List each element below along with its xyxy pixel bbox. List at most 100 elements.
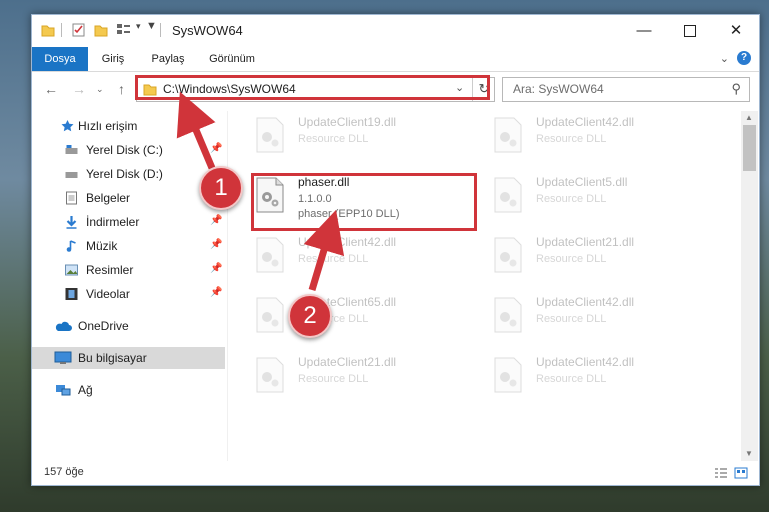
vertical-scrollbar[interactable]: ▲ ▼ — [741, 111, 758, 461]
properties-icon[interactable] — [72, 22, 86, 38]
dll-file-icon — [494, 357, 522, 393]
separator — [160, 23, 161, 37]
sidebar-item-label: Bu bilgisayar — [78, 351, 147, 365]
drive-icon — [65, 145, 78, 154]
file-highlight — [251, 173, 477, 231]
sidebar-item-drive-d[interactable]: Yerel Disk (D:) — [32, 163, 225, 185]
sidebar-item-documents[interactable]: Belgeler — [32, 187, 225, 209]
sidebar-item-label: Yerel Disk (D:) — [86, 167, 163, 181]
video-film-icon — [65, 288, 78, 300]
ribbon-tabs: Dosya Giriş Paylaş Görünüm ⌄ ? — [32, 47, 759, 72]
sidebar-item-videos[interactable]: Videolar 📌 — [32, 283, 225, 305]
pin-icon[interactable]: 📌 — [210, 215, 222, 226]
scrollbar-thumb[interactable] — [743, 125, 756, 171]
network-icon — [56, 385, 71, 396]
sidebar-item-network[interactable]: Ağ — [32, 379, 225, 401]
file-item[interactable]: UpdateClient65.dll Resource DLL — [247, 291, 467, 343]
sidebar-item-music[interactable]: Müzik 📌 — [32, 235, 225, 257]
file-item[interactable]: UpdateClient19.dll Resource DLL — [247, 111, 467, 163]
navigation-bar: ← → ⌄ ↑ C:\Windows\SysWOW64 ⌄ ↻ Ara: Sys… — [32, 72, 759, 106]
file-name: UpdateClient42.dll — [298, 235, 397, 249]
file-name: UpdateClient21.dll — [298, 355, 397, 369]
dll-file-icon — [256, 357, 284, 393]
sidebar-item-pictures[interactable]: Resimler 📌 — [32, 259, 225, 281]
file-item[interactable]: UpdateClient42.dll Resource DLL — [485, 111, 705, 163]
new-folder-icon[interactable] — [94, 22, 108, 38]
tab-home[interactable]: Giriş — [88, 47, 138, 71]
help-icon[interactable]: ? — [737, 51, 751, 65]
dll-file-icon — [494, 177, 522, 213]
tab-view[interactable]: Görünüm — [198, 47, 266, 71]
scroll-down-icon[interactable]: ▼ — [745, 449, 753, 458]
minimize-button[interactable]: — — [621, 15, 667, 46]
quick-access-dropdown-icon[interactable]: ▾ — [136, 21, 141, 37]
search-input[interactable]: Ara: SysWOW64 — [513, 82, 604, 96]
drive-icon — [65, 172, 78, 178]
details-view-icon[interactable] — [714, 467, 728, 479]
dll-file-icon — [256, 297, 284, 333]
sidebar-item-label: Ağ — [78, 383, 93, 397]
dll-file-icon — [256, 117, 284, 153]
close-button[interactable]: ✕ — [713, 15, 759, 46]
sidebar-item-drive-c[interactable]: Yerel Disk (C:) 📌 — [32, 139, 225, 161]
pin-icon[interactable]: 📌 — [210, 287, 222, 298]
file-type: Resource DLL — [536, 253, 607, 265]
file-item[interactable]: UpdateClient21.dll Resource DLL — [247, 351, 467, 403]
sidebar-item-label: Hızlı erişim — [78, 119, 138, 133]
recent-locations-icon[interactable]: ⌄ — [96, 84, 104, 95]
maximize-button[interactable] — [667, 15, 713, 46]
navigation-pane: Hızlı erişim Yerel Disk (C:) 📌 Yerel Dis… — [32, 111, 227, 461]
dll-file-icon — [494, 297, 522, 333]
dll-file-icon — [494, 117, 522, 153]
tab-file[interactable]: Dosya — [32, 47, 88, 71]
search-icon[interactable]: ⚲ — [731, 81, 741, 97]
pin-icon[interactable]: 📌 — [210, 143, 222, 154]
forward-button[interactable]: → — [72, 81, 86, 97]
sidebar-item-downloads[interactable]: İndirmeler 📌 — [32, 211, 225, 233]
file-type: Resource DLL — [298, 253, 369, 265]
up-button[interactable]: ↑ — [118, 81, 125, 97]
file-list: UpdateClient19.dll Resource DLL UpdateCl… — [247, 111, 737, 461]
sidebar-item-label: Müzik — [86, 239, 118, 253]
search-box[interactable]: Ara: SysWOW64 ⚲ — [502, 77, 750, 102]
sidebar-item-label: Videolar — [86, 287, 130, 301]
customize-toolbar-icon[interactable]: ▼ — [146, 20, 157, 36]
file-item[interactable]: UpdateClient21.dll Resource DLL — [485, 231, 705, 283]
sidebar-item-label: Yerel Disk (C:) — [86, 143, 163, 157]
sidebar-item-label: Belgeler — [86, 191, 131, 205]
back-button[interactable]: ← — [44, 81, 58, 97]
separator — [61, 23, 62, 37]
file-item[interactable]: UpdateClient42.dll Resource DLL — [485, 351, 705, 403]
file-item[interactable]: UpdateClient5.dll Resource DLL — [485, 171, 705, 223]
pane-divider — [227, 111, 228, 461]
star-icon — [61, 120, 74, 132]
expand-ribbon-icon[interactable]: ⌄ — [720, 52, 729, 65]
item-count: 157 öğe — [44, 466, 84, 478]
sidebar-item-label: OneDrive — [78, 319, 129, 333]
title-bar: ▾ ▼ SysWOW64 — ✕ — [32, 15, 759, 46]
view-options-icon[interactable] — [116, 22, 134, 38]
sidebar-item-quick-access[interactable]: Hızlı erişim — [32, 115, 225, 137]
close-icon: ✕ — [729, 22, 743, 39]
file-item[interactable]: UpdateClient42.dll Resource DLL — [485, 291, 705, 343]
pin-icon[interactable]: 📌 — [210, 263, 222, 274]
status-bar: 157 öğe — [32, 461, 759, 485]
file-type: Resource DLL — [536, 373, 607, 385]
large-icons-view-icon[interactable] — [734, 467, 748, 479]
step-1-callout: 1 — [199, 166, 243, 210]
sidebar-item-this-pc[interactable]: Bu bilgisayar — [32, 347, 225, 369]
file-item[interactable]: UpdateClient42.dll Resource DLL — [247, 231, 467, 283]
sidebar-item-label: İndirmeler — [86, 215, 140, 229]
pictures-icon — [65, 264, 78, 276]
tab-share[interactable]: Paylaş — [140, 47, 196, 71]
computer-icon — [54, 351, 72, 364]
scroll-up-icon[interactable]: ▲ — [745, 113, 753, 122]
sidebar-item-label: Resimler — [86, 263, 134, 277]
music-note-icon — [66, 240, 76, 252]
sidebar-item-onedrive[interactable]: OneDrive — [32, 315, 225, 337]
pin-icon[interactable]: 📌 — [210, 239, 222, 250]
download-icon — [66, 216, 77, 229]
file-type: Resource DLL — [536, 313, 607, 325]
file-type: Resource DLL — [298, 133, 369, 145]
cloud-icon — [55, 321, 72, 331]
